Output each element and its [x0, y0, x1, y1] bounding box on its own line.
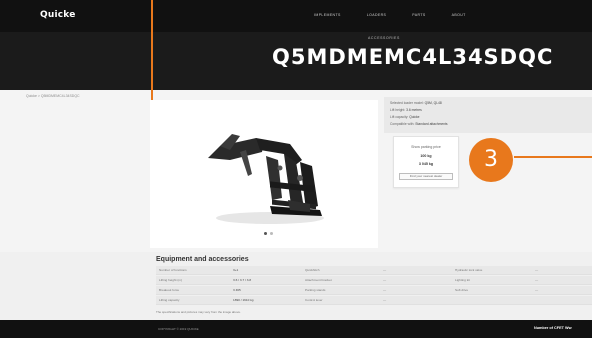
table-cell: 3.6 / 3.7 / 3.8 — [233, 278, 252, 282]
carousel-dots — [264, 232, 273, 235]
annotation-line — [514, 156, 592, 158]
table-cell: Lifting height (m) — [159, 278, 183, 282]
table-cell — [532, 296, 592, 304]
table-cell: Control lever — [305, 298, 323, 302]
product-image-area — [150, 100, 378, 248]
table-cell: Number of functions — [159, 268, 187, 272]
equipment-note: The specifications and pictures may vary… — [156, 310, 241, 314]
table-cell: Hydraulic lock valve — [455, 268, 483, 272]
nav-links: Implements Loaders Parts About — [314, 13, 466, 17]
nav-link-about[interactable]: About — [452, 13, 466, 17]
table-cell: Parking stands — [305, 288, 326, 292]
breadcrumb[interactable]: Quicke > Q5MDMEMC4L34SDQC — [26, 94, 80, 98]
table-cell: Breakout force — [159, 288, 180, 292]
equipment-section: Equipment and accessories Number of func… — [0, 252, 592, 320]
table-cell — [452, 296, 532, 304]
price-card-label: Show parking price — [411, 145, 441, 149]
table-cell: 3 465 — [233, 288, 241, 292]
front-loader-image — [208, 134, 324, 224]
table-row: Lifting capacity 1890 / 1610 kg Control … — [156, 296, 592, 305]
table-cell: 1890 / 1610 kg — [233, 298, 254, 302]
table-cell: Soft drive — [455, 288, 469, 292]
table-cell: — — [383, 278, 387, 282]
table-cell: 3+1 — [233, 268, 239, 272]
table-cell: — — [535, 288, 539, 292]
spec-line: Compatible with: Standard attachments — [390, 122, 448, 126]
table-cell: — — [383, 298, 387, 302]
equipment-title: Equipment and accessories — [156, 256, 249, 263]
table-cell: Lifting capacity — [159, 298, 180, 302]
hero-banner: Accessories Q5MDMEMC4L34SDQC — [0, 32, 592, 90]
spec-panel: Selected loader model: Q5M, QL48 Lift he… — [384, 97, 592, 133]
table-row: Lifting height (m) 3.6 / 3.7 / 3.8 Attac… — [156, 276, 592, 285]
footer: Copyright © 2019 Quicke Number of CFET W… — [0, 320, 592, 338]
carousel-dot-1[interactable] — [264, 232, 267, 235]
nav-link-loaders[interactable]: Loaders — [367, 13, 387, 17]
table-cell: Quickhitch — [305, 268, 320, 272]
product-page: Quicke Implements Loaders Parts About Ac… — [0, 0, 592, 338]
table-cell: Attachment bracket — [305, 278, 332, 282]
find-dealer-button[interactable]: Find your nearest dealer — [399, 173, 453, 180]
hero-kicker: Accessories — [368, 36, 400, 40]
top-navigation: Quicke Implements Loaders Parts About — [0, 0, 592, 32]
nav-link-parts[interactable]: Parts — [412, 13, 425, 17]
footer-right-text: Number of CFET Ww — [534, 326, 572, 330]
carousel-dot-2[interactable] — [270, 232, 273, 235]
equipment-table: Number of functions 3+1 Quickhitch — Hyd… — [156, 266, 592, 306]
price-card-value-1: 100 kg — [420, 154, 432, 158]
nav-link-implements[interactable]: Implements — [314, 13, 341, 17]
spec-line: Lift capacity: Quicke — [390, 115, 420, 119]
table-cell: — — [535, 278, 539, 282]
brand-logo[interactable]: Quicke — [40, 10, 76, 20]
table-cell: — — [383, 288, 387, 292]
table-cell: Lighting kit — [455, 278, 470, 282]
table-row: Number of functions 3+1 Quickhitch — Hyd… — [156, 266, 592, 275]
table-row: Breakout force 3 465 Parking stands — So… — [156, 286, 592, 295]
annotation-badge: 3 — [469, 138, 513, 182]
spec-line: Selected loader model: Q5M, QL48 — [390, 101, 442, 105]
price-card-value-2: 3 045 kg — [418, 162, 434, 166]
footer-copyright: Copyright © 2019 Quicke — [158, 327, 199, 331]
price-card: Show parking price 100 kg 3 045 kg Find … — [393, 136, 459, 188]
page-title: Q5MDMEMC4L34SDQC — [272, 45, 554, 69]
table-cell: — — [383, 268, 387, 272]
table-cell: — — [535, 268, 539, 272]
spec-line: Lift height: 3.6 metres — [390, 108, 422, 112]
